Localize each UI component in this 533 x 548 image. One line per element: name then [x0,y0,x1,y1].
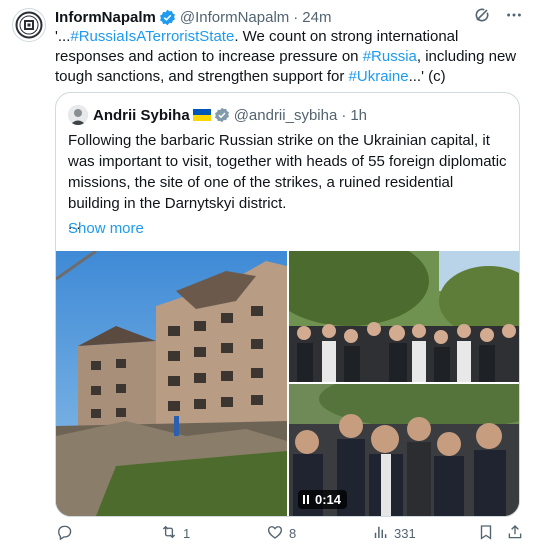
tweet-time[interactable]: 24m [302,9,331,26]
media-grid: 0:14 [56,251,519,516]
like-icon [266,523,284,544]
author-handle[interactable]: @InformNapalm [180,9,289,26]
tweet-header: InformNapalm @InformNapalm · 24m [55,7,523,27]
quoted-text-body: Following the barbaric Russian strike on… [68,132,507,212]
tweet-text: '...#RussiaIsATerroristState. We count o… [55,27,525,87]
quoted-tweet-header: Andrii Sybiha @andrii_sybiha · 1h [68,105,367,125]
author-name[interactable]: InformNapalm [55,9,156,26]
like-count: 8 [289,525,297,541]
hashtag-ukraine[interactable]: #Ukraine [349,68,409,85]
quoted-tweet[interactable]: Andrii Sybiha @andrii_sybiha · 1h Follow… [55,92,520,517]
photo-crowd[interactable] [289,251,519,382]
repost-icon [160,523,178,544]
video-duration-badge[interactable]: 0:14 [298,490,348,509]
share-icon [506,523,524,544]
separator-dot: · [293,8,299,26]
quoted-tweet-time[interactable]: 1h [350,107,367,124]
views-icon [371,523,389,544]
pause-icon [303,495,309,504]
quoted-author-avatar[interactable] [68,105,88,125]
views-count: 331 [394,525,416,541]
reply-button[interactable] [55,523,78,544]
show-more-link[interactable]: Show more [68,220,144,237]
more-icon[interactable] [505,6,523,28]
repost-count: 1 [183,525,191,541]
repost-button[interactable]: 1 [160,523,190,544]
action-bar: 1 8 331 [55,521,525,545]
photo-damaged-building[interactable] [56,251,287,516]
share-button[interactable] [506,523,524,544]
author-avatar[interactable] [12,8,46,42]
quoted-author-handle[interactable]: @andrii_sybiha [234,107,338,124]
hashtag-russiaisaterroriststate[interactable]: #RussiaIsATerroristState [70,28,234,45]
verified-icon [159,9,176,26]
views-button[interactable]: 331 [371,523,416,544]
text-prefix: '... [55,28,71,45]
separator-dot: · [341,106,347,124]
hashtag-russia[interactable]: #Russia [363,48,417,65]
text-suffix: ...' (c) [408,68,446,85]
quoted-author-name[interactable]: Andrii Sybiha [93,107,190,124]
informnapalm-logo [15,11,43,39]
reply-icon [55,523,73,544]
video-diplomats[interactable]: 0:14 [289,384,519,516]
video-duration: 0:14 [315,492,342,507]
grok-icon[interactable] [473,6,491,28]
ukraine-flag-icon [192,109,211,121]
verified-icon [214,107,230,123]
bookmark-button[interactable] [477,523,495,544]
bookmark-icon [477,523,495,544]
like-button[interactable]: 8 [266,523,296,544]
